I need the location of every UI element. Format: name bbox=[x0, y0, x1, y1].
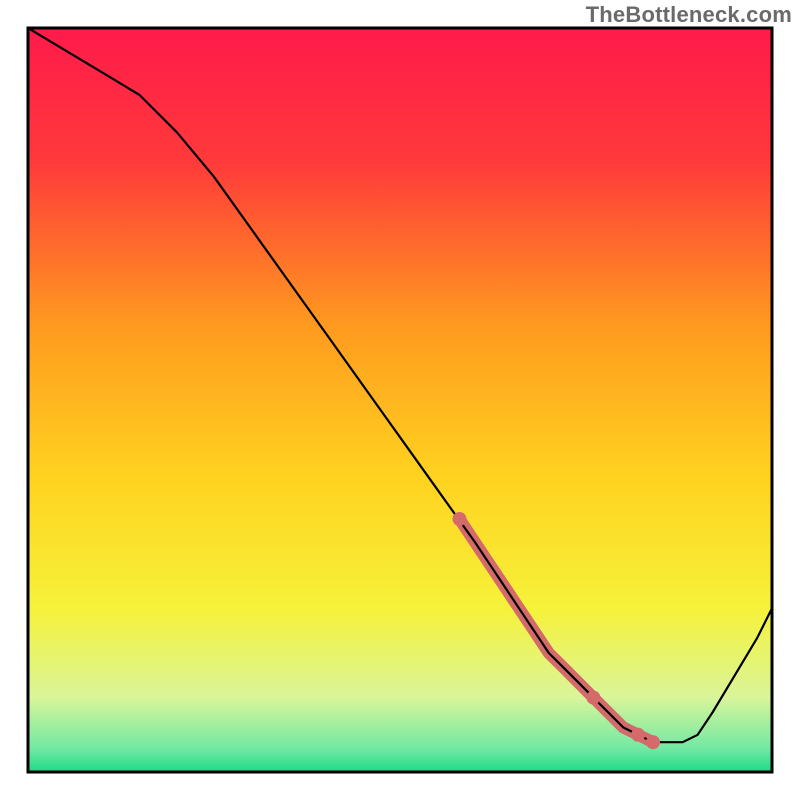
watermark-label: TheBottleneck.com bbox=[586, 2, 792, 28]
highlight-dot bbox=[453, 512, 467, 526]
highlight-dot bbox=[631, 728, 645, 742]
highlight-dot bbox=[586, 691, 600, 705]
highlight-dot bbox=[646, 735, 660, 749]
plot-background bbox=[28, 28, 772, 772]
chart-svg bbox=[0, 0, 800, 800]
bottleneck-chart: TheBottleneck.com bbox=[0, 0, 800, 800]
